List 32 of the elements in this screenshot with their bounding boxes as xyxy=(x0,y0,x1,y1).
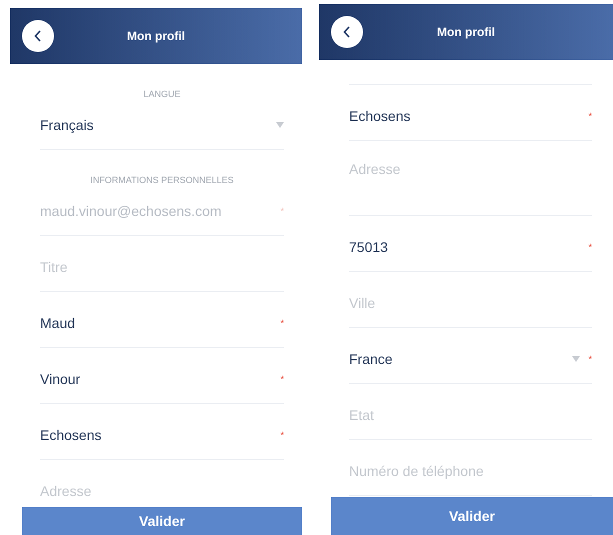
select-field[interactable]: France xyxy=(349,350,572,368)
dropdown-caret-icon xyxy=(276,122,284,128)
input-field[interactable]: Maud xyxy=(40,314,272,332)
dropdown-caret-icon xyxy=(572,356,580,362)
address-field[interactable]: Adresse xyxy=(349,161,592,181)
screen-title: Mon profil xyxy=(436,25,496,39)
chevron-left-icon xyxy=(343,26,351,38)
input-field[interactable]: Etat xyxy=(349,406,592,424)
input-field[interactable]: Titre xyxy=(40,258,284,276)
chevron-left-icon xyxy=(34,30,42,42)
required-asterisk: * xyxy=(280,205,284,218)
input-field[interactable]: Echosens xyxy=(40,426,272,444)
input-field[interactable]: Vinour xyxy=(40,370,272,388)
back-button[interactable] xyxy=(22,20,54,52)
screen-title: Mon profil xyxy=(126,29,186,43)
input-field[interactable]: Adresse xyxy=(40,482,284,500)
input-field[interactable]: Numéro de téléphone xyxy=(349,462,592,480)
submit-button[interactable]: Valider xyxy=(331,497,613,535)
section-label: LANGUE xyxy=(142,88,182,100)
required-asterisk: * xyxy=(280,429,284,442)
input-field[interactable]: 75013 xyxy=(349,238,580,256)
required-asterisk: * xyxy=(588,353,592,366)
required-asterisk: * xyxy=(280,373,284,386)
select-field[interactable]: Français xyxy=(40,116,276,134)
required-asterisk: * xyxy=(588,110,592,123)
required-asterisk: * xyxy=(588,241,592,254)
submit-button[interactable]: Valider xyxy=(22,507,302,535)
back-button[interactable] xyxy=(331,16,363,48)
input-field[interactable]: Echosens xyxy=(349,107,580,125)
section-label: INFORMATIONS PERSONNELLES xyxy=(89,174,235,186)
required-asterisk: * xyxy=(280,317,284,330)
input-field[interactable]: Ville xyxy=(349,294,592,312)
